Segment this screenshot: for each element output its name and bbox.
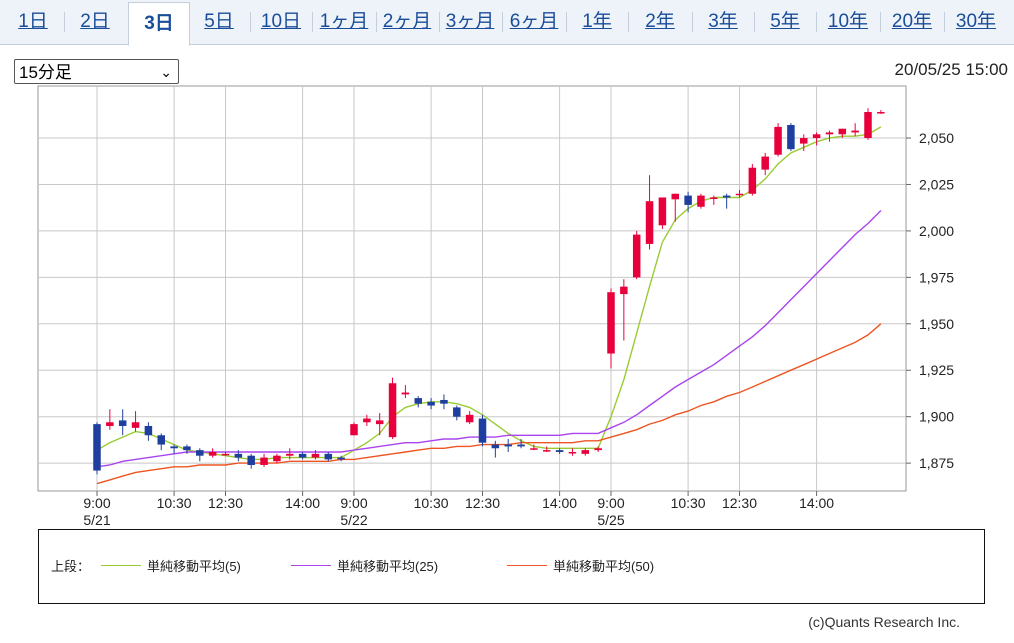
candle-body [234, 453, 243, 458]
candle-body [800, 138, 808, 144]
y-tick-label: 1,875 [919, 455, 954, 471]
y-tick-label: 1,900 [919, 409, 954, 425]
candle-body [774, 126, 782, 155]
legend-item-ma50: 単純移動平均(50) [507, 556, 654, 575]
y-tick-label: 1,925 [919, 362, 954, 378]
candle-body [594, 448, 602, 451]
candle-body [427, 401, 435, 406]
candle-body [414, 398, 422, 404]
x-date-label: 5/25 [597, 512, 624, 528]
candle-body [363, 418, 371, 423]
candle-body [864, 112, 872, 139]
candle-body [401, 392, 410, 395]
candle-body [465, 414, 474, 423]
x-date-label: 5/21 [83, 512, 110, 528]
candle-body [453, 407, 461, 417]
candle-body [375, 420, 384, 425]
legend-label: 単純移動平均(5) [147, 559, 241, 574]
candle-body [286, 453, 294, 456]
candle-body [658, 197, 667, 226]
candle-body [388, 383, 397, 438]
candle-body [787, 125, 795, 150]
x-tick-label: 12:30 [208, 495, 243, 511]
candle-body [273, 455, 281, 462]
x-tick-label: 14:00 [542, 495, 577, 511]
x-tick-label: 12:30 [465, 495, 500, 511]
candle-body [812, 134, 821, 139]
candle-body [247, 455, 255, 465]
candle-body [710, 197, 718, 199]
candle-body [722, 195, 731, 198]
candle-body [131, 422, 140, 428]
candle-body [196, 450, 204, 456]
candle-body [761, 156, 769, 170]
candle-body [825, 132, 834, 135]
candle-body [478, 418, 487, 443]
legend: 上段： 単純移動平均(5) 単純移動平均(25) 単純移動平均(50) [38, 529, 985, 604]
candle-body [311, 453, 320, 458]
x-tick-label: 10:30 [671, 495, 706, 511]
candle-body [350, 424, 358, 436]
candle-body [157, 435, 165, 445]
candle-body [530, 448, 538, 450]
candle-body [838, 128, 847, 135]
legend-label: 単純移動平均(50) [553, 559, 655, 574]
candle-body [260, 457, 268, 465]
candle-body [735, 193, 744, 196]
candle-body [298, 453, 307, 458]
x-tick-label: 9:00 [340, 495, 367, 511]
copyright: (c)Quants Research Inc. [808, 614, 960, 630]
candle-body [568, 451, 577, 454]
candle-body [183, 446, 191, 451]
y-tick-label: 2,050 [919, 130, 954, 146]
candle-body [697, 195, 705, 207]
y-tick-label: 1,975 [919, 269, 954, 285]
candle-body [851, 130, 859, 133]
candle-body [93, 424, 101, 471]
legend-line-icon [101, 565, 141, 566]
x-tick-label: 12:30 [722, 495, 757, 511]
x-tick-label: 14:00 [285, 495, 320, 511]
y-tick-label: 2,000 [919, 223, 954, 239]
legend-item-ma25: 単純移動平均(25) [291, 556, 438, 575]
x-tick-label: 10:30 [414, 495, 449, 511]
candle-body [607, 292, 615, 354]
candle-body [324, 453, 333, 460]
y-tick-label: 2,025 [919, 176, 954, 192]
candle-body [620, 286, 628, 295]
candle-body [170, 446, 178, 449]
candle-body [748, 167, 757, 194]
candle-body [632, 234, 641, 278]
legend-line-icon [291, 565, 331, 566]
x-tick-label: 14:00 [799, 495, 834, 511]
legend-line-icon [507, 565, 547, 566]
x-tick-label: 9:00 [83, 495, 110, 511]
legend-item-ma5: 単純移動平均(5) [101, 556, 241, 575]
candle-body [106, 422, 114, 426]
candle-body [581, 450, 590, 454]
x-date-label: 5/22 [340, 512, 367, 528]
candle-body [684, 195, 692, 205]
candle-body [337, 457, 345, 460]
candle-body [877, 112, 885, 114]
candle-body [491, 444, 500, 449]
x-tick-label: 9:00 [597, 495, 624, 511]
candle-body [208, 451, 217, 456]
candle-body [144, 425, 153, 436]
candle-body [221, 453, 230, 456]
y-tick-label: 1,950 [919, 316, 954, 332]
legend-label: 単純移動平均(25) [337, 559, 439, 574]
legend-head: 上段： [51, 559, 91, 574]
candle-body [543, 450, 551, 452]
candle-body [555, 450, 564, 452]
x-tick-label: 10:30 [157, 495, 192, 511]
candle-body [645, 201, 654, 244]
candle-body [440, 399, 448, 404]
candle-body [517, 444, 525, 447]
candle-body [504, 444, 512, 447]
candle-body [118, 420, 127, 426]
candle-body [671, 193, 679, 200]
